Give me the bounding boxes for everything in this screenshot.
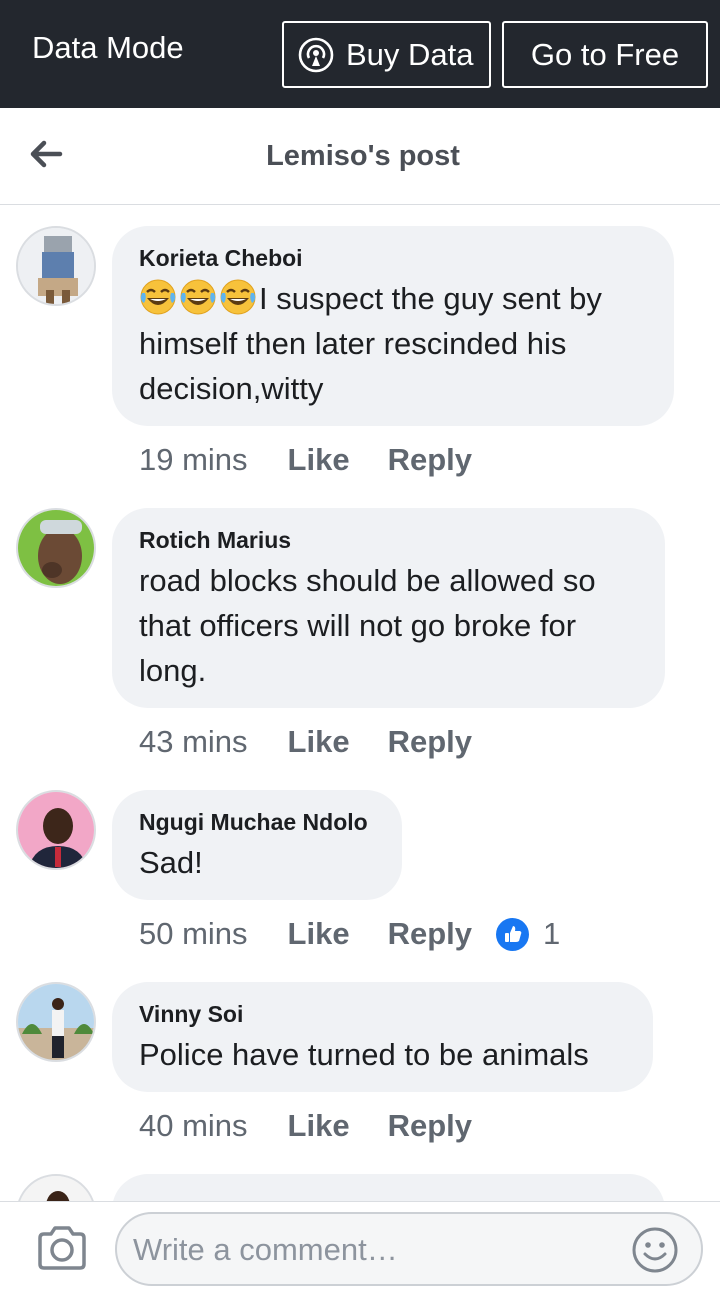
comment-text-first-line: I suspect the guy sent by <box>259 281 602 316</box>
comments-list: Korieta Cheboi I suspect the guy sent by… <box>0 206 720 1201</box>
comment-bubble: Vinny Soi Police have turned to be anima… <box>112 982 653 1092</box>
comment-input[interactable]: Write a comment… <box>115 1212 703 1286</box>
rolling-laughing-emoji-icon <box>180 279 216 315</box>
smiley-icon[interactable] <box>631 1226 679 1274</box>
comment-text: Police have turned to be animals <box>139 1037 589 1072</box>
like-button[interactable]: Like <box>288 1108 350 1144</box>
like-button[interactable]: Like <box>288 442 350 478</box>
post-header: Lemiso's post <box>0 108 720 205</box>
reply-button[interactable]: Reply <box>388 916 472 952</box>
comment-text: road blocks should be allowed so that of… <box>139 563 596 688</box>
data-mode-title: Data Mode <box>32 30 184 65</box>
avatar[interactable] <box>16 1174 96 1201</box>
rolling-laughing-emoji-icon <box>140 279 176 315</box>
comment-text-rest: himself then later rescinded his decisio… <box>139 326 567 406</box>
page-title: Lemiso's post <box>266 140 460 172</box>
comment-bubble: Korieta Cheboi I suspect the guy sent by… <box>112 226 674 426</box>
reply-button[interactable]: Reply <box>388 442 472 478</box>
comment-time[interactable]: 43 mins <box>139 724 248 760</box>
comment-meta: 40 mins Like Reply <box>139 1108 472 1144</box>
reaction-summary[interactable]: 1 <box>496 916 560 952</box>
reaction-count: 1 <box>543 916 561 951</box>
comment-author[interactable]: Rotich Marius <box>139 526 639 554</box>
camera-icon[interactable] <box>36 1224 88 1272</box>
comment-input-placeholder: Write a comment… <box>133 1232 398 1267</box>
comment-author[interactable]: Ngugi Muchae Ndolo <box>139 808 376 836</box>
comment-time[interactable]: 50 mins <box>139 916 248 952</box>
comment-text: I suspect the guy sent by himself then l… <box>139 276 648 411</box>
avatar[interactable] <box>16 790 96 870</box>
comment-author[interactable]: Korieta Cheboi <box>139 244 648 272</box>
comment-author[interactable]: Vinny Soi <box>139 1000 627 1028</box>
reply-button[interactable]: Reply <box>388 1108 472 1144</box>
comment-meta: 43 mins Like Reply <box>139 724 472 760</box>
rolling-laughing-emoji-icon <box>220 279 256 315</box>
buy-data-button[interactable]: Buy Data <box>282 21 491 88</box>
comment-time[interactable]: 19 mins <box>139 442 248 478</box>
comment-bubble: Ngugi Muchae Ndolo Sad! <box>112 790 402 900</box>
comment-time[interactable]: 40 mins <box>139 1108 248 1144</box>
thumbs-up-icon <box>496 917 529 951</box>
comment-meta: 50 mins Like Reply 1 <box>139 916 560 952</box>
go-to-free-label: Go to Free <box>530 37 680 72</box>
avatar[interactable] <box>16 982 96 1062</box>
avatar[interactable] <box>16 226 96 306</box>
go-to-free-button[interactable]: Go to Free <box>502 21 708 88</box>
buy-data-label: Buy Data <box>346 37 474 72</box>
reply-button[interactable]: Reply <box>388 724 472 760</box>
like-button[interactable]: Like <box>288 724 350 760</box>
comment-meta: 19 mins Like Reply <box>139 442 472 478</box>
comment-text: Sad! <box>139 845 203 880</box>
like-button[interactable]: Like <box>288 916 350 952</box>
avatar[interactable] <box>16 508 96 588</box>
comment-composer: Write a comment… <box>0 1201 720 1291</box>
data-mode-bar: Data Mode Buy Data Go to Free <box>0 0 720 108</box>
broadcast-icon <box>298 37 334 73</box>
comment-bubble: Rotich Marius road blocks should be allo… <box>112 508 665 708</box>
comment-bubble <box>112 1174 665 1201</box>
